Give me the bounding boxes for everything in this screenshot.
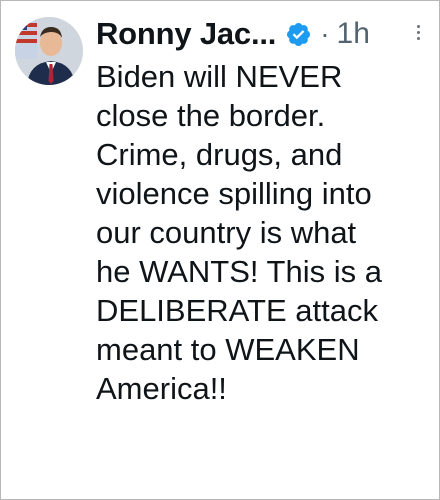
tweet-text-line: our country is what	[96, 215, 357, 250]
tweet-text-line: Biden will NEVER	[96, 59, 343, 94]
tweet-card[interactable]: Ronny Jac... · 1h Biden will NEVER close…	[0, 0, 440, 500]
tweet-text-line: meant to WEAKEN	[96, 332, 360, 367]
tweet-header: Ronny Jac... · 1h	[96, 11, 370, 57]
tweet-text-line: violence spilling into	[96, 176, 372, 211]
timestamp[interactable]: 1h	[337, 17, 370, 51]
tweet-text-line: he WANTS! This is a	[96, 254, 382, 289]
tweet-text-line: DELIBERATE attack	[96, 293, 378, 328]
avatar[interactable]	[15, 17, 83, 85]
verified-badge-icon	[285, 21, 312, 48]
tweet-text-line: close the border.	[96, 98, 326, 133]
tweet-text-line: Crime, drugs, and	[96, 137, 343, 172]
avatar-image	[15, 17, 83, 85]
separator-dot: ·	[320, 18, 330, 49]
tweet-text: Biden will NEVER close the border. Crime…	[96, 57, 432, 408]
author-name[interactable]: Ronny Jac...	[96, 16, 276, 52]
more-options-icon[interactable]	[415, 25, 421, 43]
tweet-text-line: America!!	[96, 371, 227, 406]
